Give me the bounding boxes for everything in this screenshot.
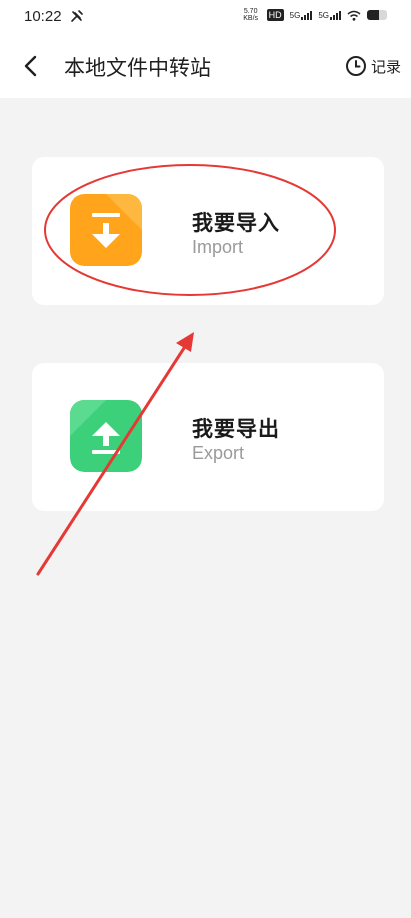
clock-icon [345, 56, 366, 76]
signal-1-label: 5G [289, 10, 301, 20]
import-subtitle: Import [192, 237, 244, 257]
chevron-left-icon [24, 55, 37, 77]
annotation-arrow-head [176, 332, 194, 352]
signal-bars-icon [301, 10, 313, 20]
signal-1: 5G [289, 10, 313, 20]
records-label: 记录 [370, 57, 401, 76]
export-subtitle: Export [192, 443, 245, 463]
battery-icon [367, 10, 387, 20]
records-button[interactable]: 记录 [345, 53, 401, 79]
status-bar: 10:22 5.70 KB/s HD 5G 5G [0, 0, 411, 34]
signal-2: 5G [318, 10, 341, 20]
wifi-icon [347, 10, 361, 21]
status-time: 10:22 [24, 8, 62, 25]
app-header: 本地文件中转站 记录 [0, 34, 411, 98]
signal-2-label: 5G [318, 10, 329, 20]
import-title: 我要导入 [192, 211, 280, 235]
network-speed: 5.70 KB/s [241, 8, 261, 22]
import-card[interactable]: 我要导入 Import [32, 157, 384, 305]
hd-badge: HD [266, 9, 284, 21]
export-card[interactable]: 我要导出 Export [32, 363, 384, 511]
export-title: 我要导出 [192, 417, 280, 441]
back-button[interactable] [16, 50, 48, 82]
network-speed-value: 5.70 [243, 8, 258, 15]
download-arrow-icon [70, 194, 142, 266]
upload-arrow-icon [70, 400, 142, 472]
page-title: 本地文件中转站 [64, 56, 211, 80]
signal-bars-icon [330, 10, 341, 20]
status-indicators: 5.70 KB/s HD 5G 5G [241, 8, 387, 22]
network-speed-unit: KB/s [243, 15, 259, 22]
battery-fill [367, 10, 379, 20]
tools-icon [71, 10, 83, 22]
